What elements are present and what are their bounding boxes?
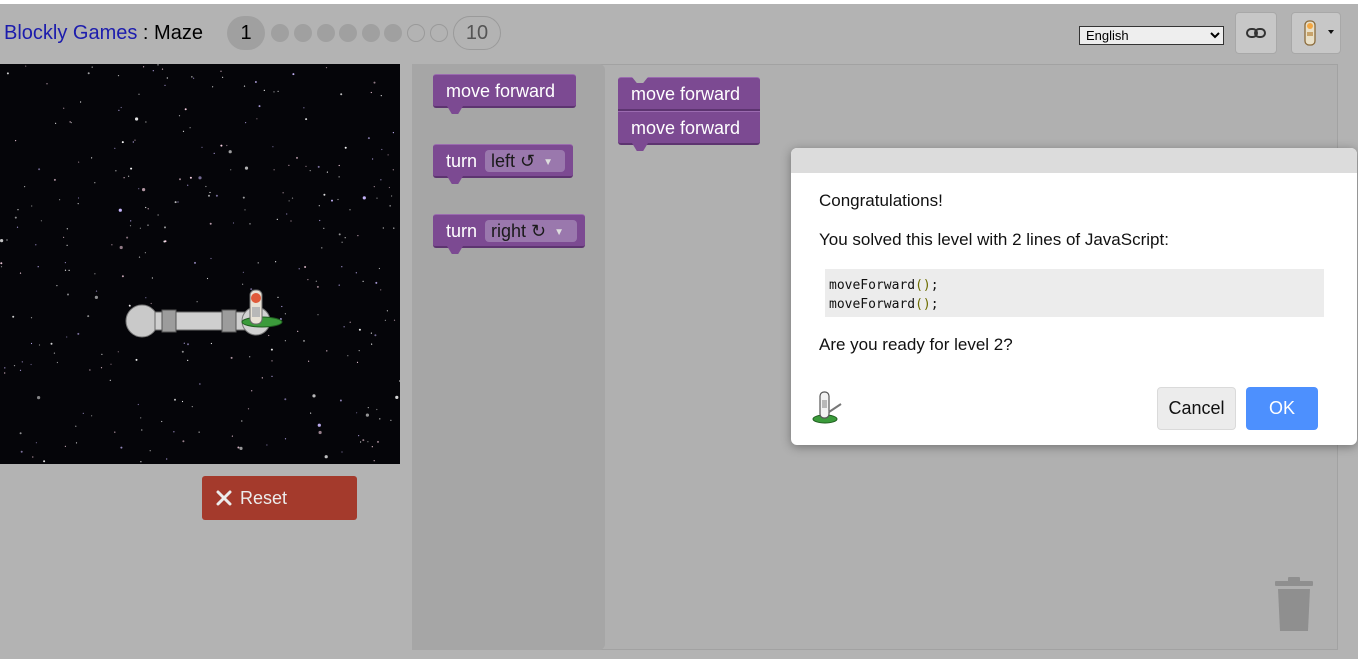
page-title: Blockly Games : Maze <box>4 22 203 45</box>
congratulations-dialog: Congratulations! You solved this level w… <box>791 148 1357 445</box>
level-9-dot[interactable] <box>430 24 448 42</box>
blockly-games-link[interactable]: Blockly Games <box>4 22 137 44</box>
toolbox-move-forward-block[interactable]: move forward <box>433 74 576 114</box>
level-6-dot[interactable] <box>362 24 380 42</box>
trash-icon[interactable] <box>1272 577 1316 633</box>
pegman-character <box>249 289 263 325</box>
program-block-2[interactable]: move forward <box>618 111 760 151</box>
pegman-menu-button[interactable] <box>1291 12 1341 54</box>
level-10-button[interactable]: 10 <box>453 16 501 50</box>
turn-left-dropdown[interactable]: left ↺ ▼ <box>485 150 565 172</box>
ok-button[interactable]: OK <box>1246 387 1318 430</box>
level-5-dot[interactable] <box>339 24 357 42</box>
code-parens: () <box>915 278 931 293</box>
level-7-dot[interactable] <box>384 24 402 42</box>
block-label: move forward <box>631 118 741 138</box>
pegman-icon <box>1304 20 1334 46</box>
code-semicolon: ; <box>930 278 939 293</box>
dropdown-arrow-icon: ▼ <box>554 227 565 238</box>
level-1-button[interactable]: 1 <box>227 16 265 50</box>
level-3-dot[interactable] <box>294 24 312 42</box>
level-4-dot[interactable] <box>317 24 335 42</box>
code-line: moveForward(); <box>829 295 1320 314</box>
game-name: Maze <box>154 22 203 44</box>
block-label: move forward <box>631 84 741 104</box>
header: Blockly Games : Maze 1 10 English <box>0 4 1358 64</box>
dropdown-value: left ↺ <box>491 151 536 171</box>
code-function: moveForward <box>829 297 916 312</box>
toolbox-turn-left-block[interactable]: turn left ↺ ▼ <box>433 144 573 184</box>
code-semicolon: ; <box>930 297 939 312</box>
dropdown-arrow-icon: ▼ <box>543 157 554 168</box>
code-parens: () <box>915 297 931 312</box>
dialog-title-bar[interactable] <box>791 148 1357 173</box>
block-top-notch <box>632 77 648 83</box>
code-block: moveForward(); moveForward(); <box>825 269 1324 317</box>
solved-message: You solved this level with 2 lines of Ja… <box>819 230 1169 249</box>
congrats-heading: Congratulations! <box>819 191 943 210</box>
link-icon <box>1246 28 1266 38</box>
cancel-button[interactable]: Cancel <box>1157 387 1236 430</box>
turn-right-dropdown[interactable]: right ↻ ▼ <box>485 220 577 242</box>
language-select[interactable]: English <box>1079 26 1224 45</box>
link-button[interactable] <box>1235 12 1277 54</box>
level-8-dot[interactable] <box>407 24 425 42</box>
space-maze-canvas <box>0 64 400 464</box>
pegman-icon <box>812 391 842 424</box>
program-block-1[interactable]: move forward <box>618 77 760 111</box>
next-level-question: Are you ready for level 2? <box>819 335 1013 354</box>
dropdown-value: right ↻ <box>491 221 547 241</box>
reset-label: Reset <box>240 487 288 508</box>
block-label: move forward <box>446 81 556 101</box>
toolbox-turn-right-block[interactable]: turn right ↻ ▼ <box>433 214 585 254</box>
block-label: turn <box>446 221 478 241</box>
code-line: moveForward(); <box>829 276 1320 295</box>
reset-button[interactable]: Reset <box>202 476 357 520</box>
maze-view <box>0 64 400 464</box>
code-function: moveForward <box>829 278 916 293</box>
level-2-dot[interactable] <box>271 24 289 42</box>
close-icon <box>216 490 232 506</box>
block-label: turn <box>446 151 478 171</box>
title-separator: : <box>137 22 155 44</box>
